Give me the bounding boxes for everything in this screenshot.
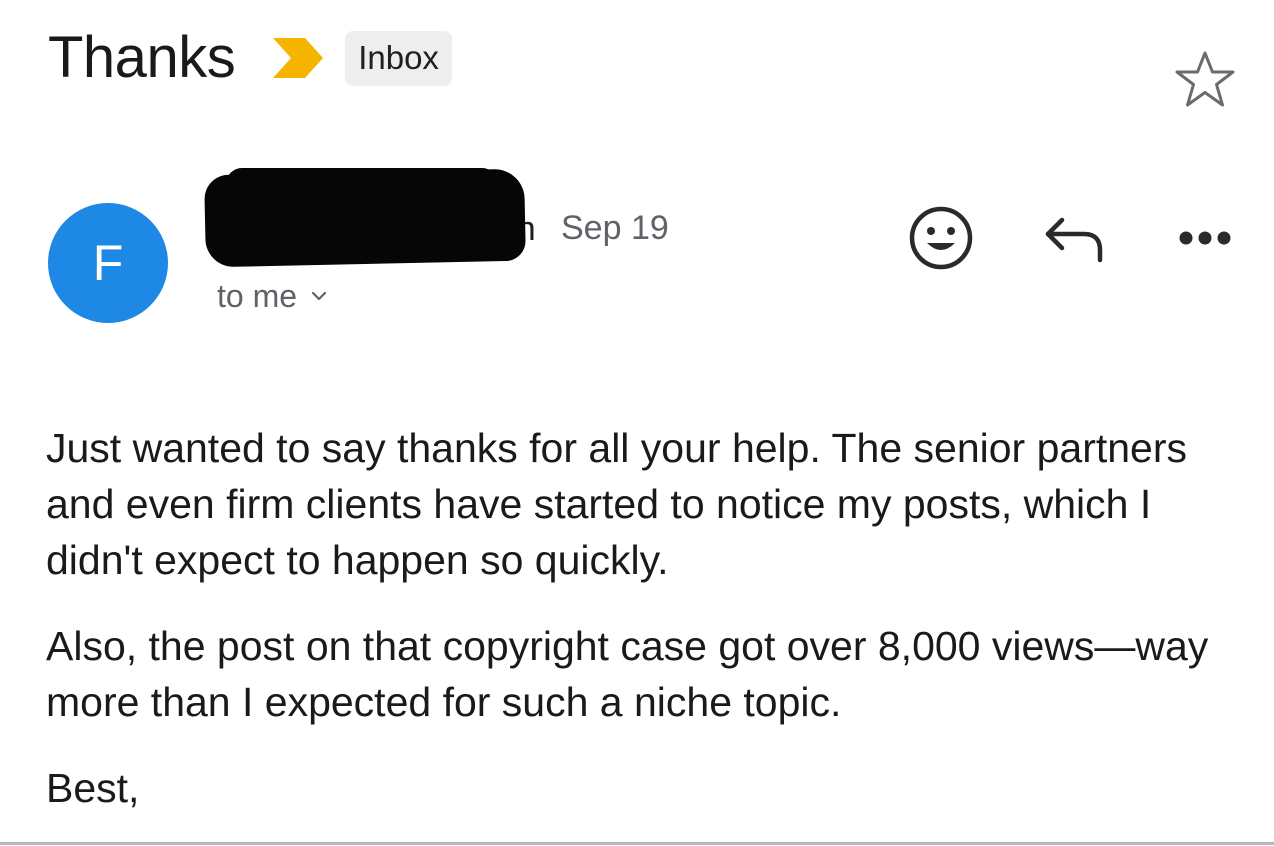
avatar-initial: F xyxy=(92,235,124,291)
body-signoff: Best, xyxy=(46,765,140,811)
add-reaction-icon[interactable] xyxy=(908,205,974,271)
star-icon[interactable] xyxy=(1174,50,1236,108)
sender-avatar[interactable]: F xyxy=(48,203,168,323)
recipient-details-toggle[interactable]: to me xyxy=(217,280,327,312)
more-horizontal-icon[interactable] xyxy=(1178,230,1232,246)
redaction-mark-top xyxy=(226,168,498,202)
reply-icon[interactable] xyxy=(1042,214,1106,264)
body-paragraph: Also, the post on that copyright case go… xyxy=(46,623,1209,725)
subject-row: Thanks Inbox xyxy=(48,22,452,94)
importance-marker-icon[interactable] xyxy=(271,36,325,80)
email-body: Just wanted to say thanks for all your h… xyxy=(46,420,1246,846)
body-paragraph: Just wanted to say thanks for all your h… xyxy=(46,425,1188,583)
recipient-text: to me xyxy=(217,278,298,314)
chevron-down-icon xyxy=(311,291,327,301)
inbox-label-chip[interactable]: Inbox xyxy=(345,30,452,86)
email-date: Sep 19 xyxy=(561,209,669,247)
email-subject: Thanks xyxy=(48,25,236,90)
